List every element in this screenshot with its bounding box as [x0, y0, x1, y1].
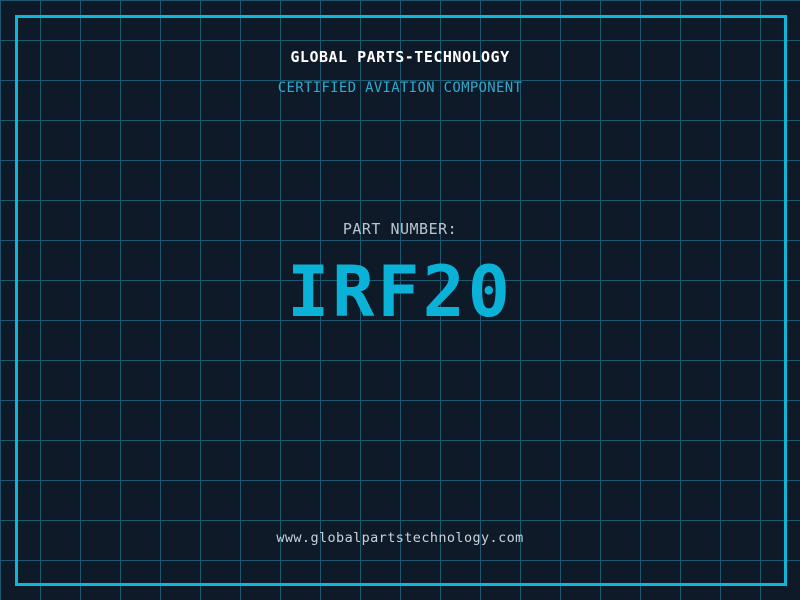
company-title: GLOBAL PARTS-TECHNOLOGY — [0, 48, 800, 66]
certification-subtitle: CERTIFIED AVIATION COMPONENT — [0, 80, 800, 96]
part-number-label: PART NUMBER: — [0, 220, 800, 238]
certificate-placard: GLOBAL PARTS-TECHNOLOGY CERTIFIED AVIATI… — [0, 0, 800, 600]
part-number-value: IRF20 — [0, 255, 800, 329]
website-url: www.globalpartstechnology.com — [0, 530, 800, 546]
